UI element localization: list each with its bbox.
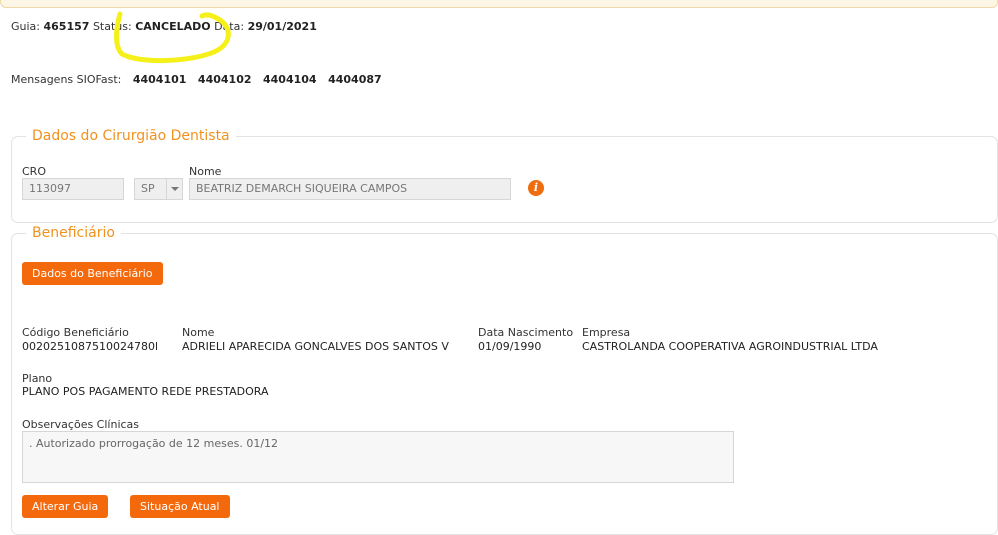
mensagem-code: 4404101 [132,73,187,86]
info-icon[interactable]: i [528,180,544,196]
codigo-beneficiario-label: Código Beneficiário [22,326,129,339]
top-notice-bar [0,0,998,8]
empresa-label: Empresa [582,326,631,339]
dados-beneficiario-button[interactable]: Dados do Beneficiário [22,262,163,285]
yellow-highlight-circle [114,11,231,63]
nome-beneficiario-label: Nome [182,326,215,339]
status-label: Status: [92,20,132,33]
dentista-legend: Dados do Cirurgião Dentista [26,127,236,145]
data-label: Data: [214,20,245,33]
empresa-value: CASTROLANDA COOPERATIVA AGROINDUSTRIAL L… [582,340,878,353]
dentista-section: Dados do Cirurgião Dentista CRO 113097 S… [11,127,998,223]
cro-input[interactable]: 113097 [22,178,124,200]
guia-status-line: Guia: 465157 Status: CANCELADO Data: 29/… [11,20,317,33]
situacao-atual-button[interactable]: Situação Atual [130,495,230,518]
beneficiario-legend: Beneficiário [26,224,121,242]
alterar-guia-button[interactable]: Alterar Guia [22,495,109,518]
nome-dentista-input[interactable]: BEATRIZ DEMARCH SIQUEIRA CAMPOS [189,178,511,200]
mensagem-code: 4404104 [263,73,317,86]
cro-label: CRO [22,165,46,178]
observacoes-textarea[interactable]: . Autorizado prorrogação de 12 meses. 01… [22,431,734,483]
mensagem-code: 4404102 [197,73,252,86]
uf-value: SP [141,182,155,195]
data-nascimento-label: Data Nascimento [478,326,574,339]
plano-label: Plano [22,372,53,385]
observacoes-label: Observações Clínicas [22,418,140,431]
nome-dentista-label: Nome [189,165,222,178]
mensagens-line: Mensagens SIOFast: 4404101 4404102 44041… [11,73,382,86]
guia-value: 465157 [43,20,90,33]
nome-beneficiario-value: ADRIELI APARECIDA GONCALVES DOS SANTOS V [182,340,449,353]
guia-label: Guia: [11,20,40,33]
mensagem-code: 4404087 [328,73,382,86]
status-value: CANCELADO [135,20,211,33]
data-value: 29/01/2021 [247,20,317,33]
data-nascimento-value: 01/09/1990 [478,340,542,353]
plano-value: PLANO POS PAGAMENTO REDE PRESTADORA [22,385,269,398]
uf-select[interactable]: SP [134,178,183,200]
codigo-beneficiario-value: 0020251087510024780l [22,340,159,353]
mensagens-label: Mensagens SIOFast: [11,73,122,86]
chevron-down-icon [166,179,182,199]
